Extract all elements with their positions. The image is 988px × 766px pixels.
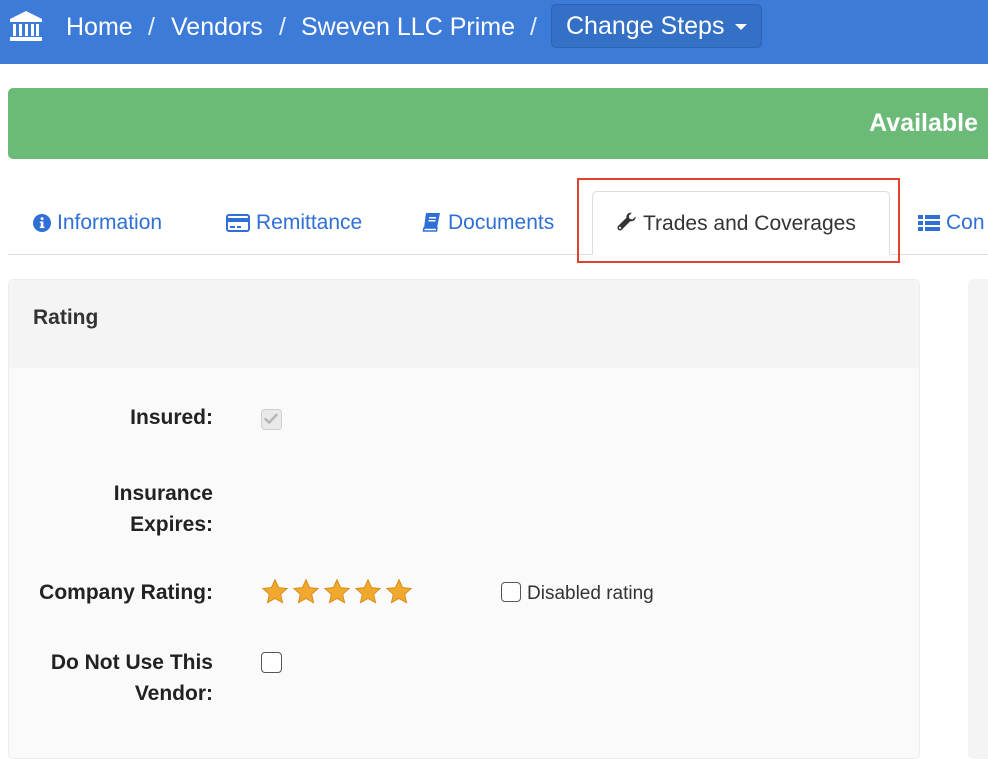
- tab-trades-label: Trades and Coverages: [643, 212, 856, 235]
- star-icon[interactable]: [354, 578, 382, 606]
- do-not-use-label-2: Vendor:: [134, 682, 213, 705]
- wrench-icon: [617, 212, 636, 231]
- tab-trades-and-coverages[interactable]: Trades and Coverages: [592, 191, 890, 255]
- star-icon[interactable]: [292, 578, 320, 606]
- insured-label: Insured:: [130, 406, 213, 429]
- change-steps-label: Change Steps: [566, 12, 725, 40]
- bank-icon[interactable]: [8, 9, 44, 43]
- book-icon: [422, 213, 440, 232]
- checkmark-icon: [264, 413, 278, 424]
- rating-panel: Rating Insured: Insurance Expires: Compa…: [8, 279, 920, 759]
- do-not-use-label-1: Do Not Use This: [50, 651, 213, 674]
- panel-title: Rating: [33, 306, 99, 329]
- do-not-use-checkbox[interactable]: [261, 652, 282, 673]
- credit-card-icon: [226, 214, 250, 232]
- insurance-expires-label-2: Expires:: [130, 513, 213, 536]
- breadcrumb-vendor-name[interactable]: Sweven LLC Prime: [301, 12, 515, 42]
- company-rating-label: Company Rating:: [39, 581, 213, 604]
- tab-information[interactable]: Information: [33, 208, 162, 240]
- star-icon[interactable]: [261, 578, 289, 606]
- star-icon[interactable]: [323, 578, 351, 606]
- info-circle-icon: [33, 214, 51, 232]
- breadcrumb-home[interactable]: Home: [66, 12, 133, 42]
- tab-contacts-label: Con: [946, 211, 985, 234]
- breadcrumb-separator: /: [148, 13, 155, 41]
- tab-information-label: Information: [57, 211, 163, 234]
- status-label: Available: [869, 109, 978, 137]
- change-steps-dropdown[interactable]: Change Steps: [551, 4, 762, 48]
- tab-remittance[interactable]: Remittance: [226, 208, 362, 240]
- list-icon: [918, 215, 940, 231]
- breadcrumb-separator: /: [279, 13, 286, 41]
- tab-contacts[interactable]: Con: [918, 208, 985, 240]
- star-icon[interactable]: [385, 578, 413, 606]
- insurance-expires-label-1: Insurance: [113, 482, 213, 505]
- panel-header: Rating: [9, 280, 919, 368]
- caret-down-icon: [735, 24, 747, 30]
- insured-checkbox: [261, 409, 282, 430]
- disabled-rating-checkbox[interactable]: [501, 582, 521, 602]
- breadcrumb-vendors[interactable]: Vendors: [171, 12, 263, 42]
- disabled-rating-label[interactable]: Disabled rating: [527, 582, 654, 606]
- tab-documents[interactable]: Documents: [422, 208, 554, 240]
- top-navbar: Home / Vendors / Sweven LLC Prime / Chan…: [0, 0, 988, 64]
- status-banner: Available: [8, 88, 988, 159]
- tab-documents-label: Documents: [448, 211, 555, 234]
- breadcrumb-separator: /: [530, 13, 537, 41]
- side-panel: [968, 279, 988, 759]
- tab-remittance-label: Remittance: [256, 211, 363, 234]
